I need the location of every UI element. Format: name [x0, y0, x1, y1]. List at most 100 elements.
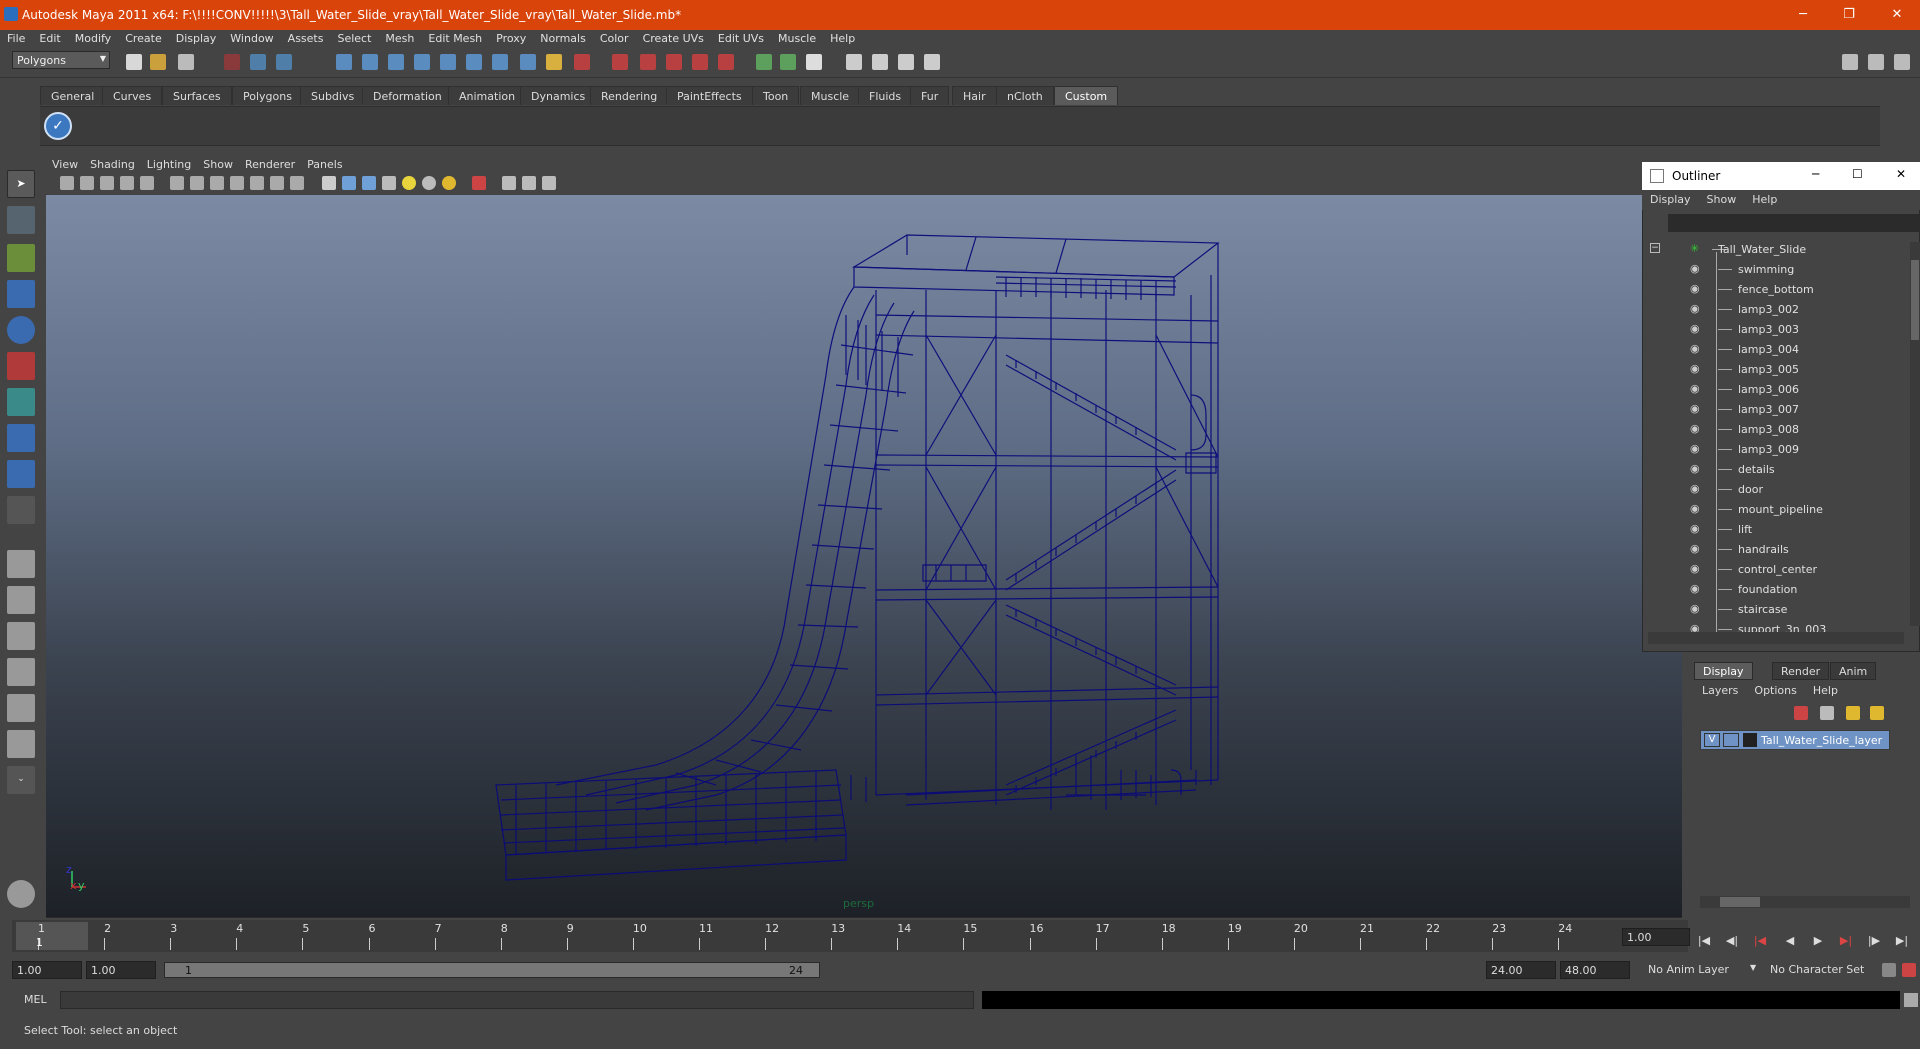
- play-forwards-icon[interactable]: ▶: [1808, 934, 1828, 950]
- four-view-layout-icon[interactable]: [7, 586, 35, 614]
- menu-select[interactable]: Select: [330, 30, 378, 45]
- select-hierarchy-icon[interactable]: [224, 54, 240, 70]
- outliner-item[interactable]: ◉ handrails: [1642, 540, 1902, 560]
- field-chart-icon[interactable]: [250, 176, 264, 190]
- step-back-frame-icon[interactable]: |◀: [1750, 934, 1770, 950]
- scale-tool-icon[interactable]: [7, 352, 35, 380]
- persp-outliner-layout-icon[interactable]: [7, 622, 35, 650]
- safe-title-icon[interactable]: [290, 176, 304, 190]
- xray-components-icon[interactable]: [542, 176, 556, 190]
- layout-menu-chevron-icon[interactable]: ⌄: [7, 766, 35, 794]
- menu-modify[interactable]: Modify: [68, 30, 118, 45]
- rotate-tool-icon[interactable]: [7, 316, 35, 344]
- layer-menu-options[interactable]: Options: [1746, 684, 1804, 697]
- select-tool-icon[interactable]: ➤: [7, 170, 35, 198]
- layer-menu-help[interactable]: Help: [1805, 684, 1846, 697]
- film-gate-icon[interactable]: [190, 176, 204, 190]
- xray-icon[interactable]: [502, 176, 516, 190]
- visibility-eye-icon[interactable]: ◉: [1690, 363, 1704, 374]
- lasso-tool-icon[interactable]: [7, 206, 35, 234]
- safe-action-icon[interactable]: [270, 176, 284, 190]
- visibility-eye-icon[interactable]: ◉: [1690, 463, 1704, 474]
- go-to-start-icon[interactable]: |◀: [1694, 934, 1714, 950]
- visibility-eye-icon[interactable]: ◉: [1690, 383, 1704, 394]
- group-star-icon[interactable]: ✳: [1690, 243, 1704, 254]
- resolution-gate-icon[interactable]: [210, 176, 224, 190]
- tab-dynamics[interactable]: Dynamics: [520, 86, 597, 105]
- outliner-item[interactable]: ◉ lamp3_009: [1642, 440, 1902, 460]
- outliner-item[interactable]: ◉ lamp3_004: [1642, 340, 1902, 360]
- new-layer-selected-icon[interactable]: [1846, 706, 1860, 720]
- outliner-item[interactable]: ◉ lamp3_005: [1642, 360, 1902, 380]
- menu-help[interactable]: Help: [823, 30, 862, 45]
- viewport-menu-view[interactable]: View: [46, 156, 84, 171]
- attribute-editor-icon[interactable]: [806, 54, 822, 70]
- default-lighting-icon[interactable]: [402, 176, 416, 190]
- help-icon[interactable]: [520, 54, 536, 70]
- layer-tab-anim[interactable]: Anim: [1830, 662, 1877, 680]
- visibility-eye-icon[interactable]: ◉: [1690, 583, 1704, 594]
- layer-scroll-thumb[interactable]: [1720, 897, 1760, 907]
- history-icon[interactable]: [574, 54, 590, 70]
- visibility-eye-icon[interactable]: ◉: [1690, 423, 1704, 434]
- tab-painteffects[interactable]: PaintEffects: [666, 86, 753, 105]
- tool-settings-icon[interactable]: [872, 54, 888, 70]
- outliner-item[interactable]: ◉ lift: [1642, 520, 1902, 540]
- end-time-field[interactable]: 48.00: [1560, 961, 1630, 979]
- transform-field-icon[interactable]: [780, 54, 796, 70]
- tab-subdivs[interactable]: Subdivs: [300, 86, 366, 105]
- outliner-item[interactable]: ◉ foundation: [1642, 580, 1902, 600]
- move-tool-icon[interactable]: [7, 280, 35, 308]
- current-frame-indicator[interactable]: [16, 922, 88, 950]
- outliner-item[interactable]: ◉ lamp3_007: [1642, 400, 1902, 420]
- tab-curves[interactable]: Curves: [102, 86, 163, 105]
- outliner-horizontal-scrollbar[interactable]: [1648, 632, 1904, 644]
- menu-create-uvs[interactable]: Create UVs: [636, 30, 711, 45]
- layer-color-swatch[interactable]: [1743, 733, 1757, 747]
- snap-view-icon[interactable]: [466, 54, 482, 70]
- gate-mask-icon[interactable]: [230, 176, 244, 190]
- snap-point-icon[interactable]: [388, 54, 404, 70]
- wireframe-icon[interactable]: [322, 176, 336, 190]
- command-input[interactable]: [60, 991, 974, 1009]
- menu-create[interactable]: Create: [118, 30, 169, 45]
- tab-toon[interactable]: Toon: [752, 86, 800, 105]
- snap-plane-icon[interactable]: [414, 54, 430, 70]
- open-scene-icon[interactable]: [150, 54, 166, 70]
- visibility-eye-icon[interactable]: ◉: [1690, 543, 1704, 554]
- menu-edit-mesh[interactable]: Edit Mesh: [421, 30, 489, 45]
- outliner-item[interactable]: ◉ lamp3_003: [1642, 320, 1902, 340]
- save-scene-icon[interactable]: [178, 54, 194, 70]
- tab-ncloth[interactable]: nCloth: [996, 86, 1054, 105]
- reference-icon[interactable]: [7, 880, 35, 908]
- new-empty-layer-icon[interactable]: [1870, 706, 1884, 720]
- modeling-toolkit-icon[interactable]: [924, 54, 940, 70]
- snap-curve-icon[interactable]: [362, 54, 378, 70]
- outliner-vertical-scrollbar[interactable]: [1910, 242, 1920, 626]
- outliner-maximize-icon[interactable]: ☐: [1852, 167, 1863, 181]
- outliner-item[interactable]: ◉ fence_bottom: [1642, 280, 1902, 300]
- tab-rendering[interactable]: Rendering: [590, 86, 669, 105]
- outliner-scroll-thumb[interactable]: [1911, 260, 1919, 340]
- snap-live-icon[interactable]: [492, 54, 508, 70]
- tab-fluids[interactable]: Fluids: [858, 86, 913, 105]
- tab-general[interactable]: General: [40, 86, 106, 105]
- soft-modification-icon[interactable]: [7, 424, 35, 452]
- script-editor-icon[interactable]: [1904, 993, 1918, 1007]
- two-d-pan-zoom-icon[interactable]: [120, 176, 134, 190]
- outliner-item[interactable]: ◉ lamp3_006: [1642, 380, 1902, 400]
- play-backwards-icon[interactable]: ◀: [1780, 934, 1800, 950]
- camera-attributes-icon[interactable]: [60, 176, 74, 190]
- current-time-field[interactable]: 1.00: [1622, 928, 1690, 946]
- visibility-eye-icon[interactable]: ◉: [1690, 303, 1704, 314]
- close-button[interactable]: ✕: [1874, 0, 1920, 30]
- visibility-eye-icon[interactable]: ◉: [1690, 503, 1704, 514]
- anim-layer-dropdown[interactable]: No Anim Layer ▼: [1648, 963, 1758, 976]
- outliner-menu-show[interactable]: Show: [1699, 190, 1745, 206]
- hypershade-layout-icon[interactable]: [7, 694, 35, 722]
- visibility-eye-icon[interactable]: ◉: [1690, 603, 1704, 614]
- outliner-item[interactable]: ◉ door: [1642, 480, 1902, 500]
- bookmarks-icon[interactable]: [80, 176, 94, 190]
- menu-window[interactable]: Window: [223, 30, 280, 45]
- outliner-menu-help[interactable]: Help: [1744, 190, 1785, 206]
